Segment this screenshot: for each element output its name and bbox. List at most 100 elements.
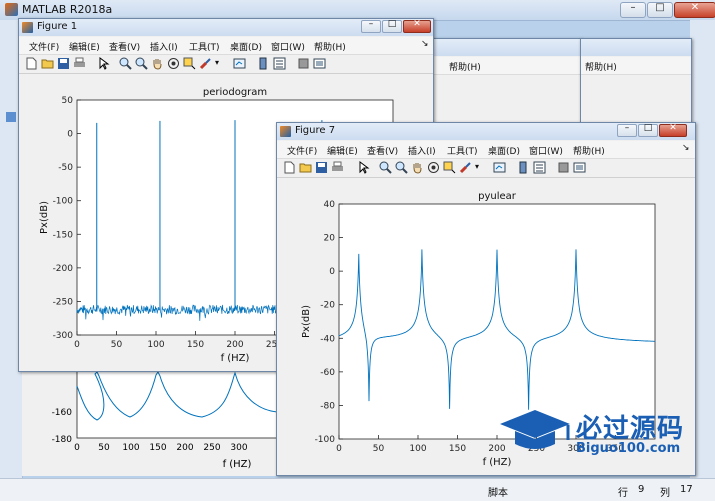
hide-plot-tools-icon[interactable] — [557, 161, 570, 174]
maximize-button[interactable]: □ — [382, 19, 402, 33]
menu-overflow-icon[interactable]: ↘ — [421, 39, 429, 49]
menu-view[interactable]: 查看(V) — [367, 144, 398, 157]
close-button[interactable]: ✕ — [674, 2, 715, 18]
data-cursor-icon[interactable] — [443, 161, 456, 174]
menu-file[interactable]: 文件(F) — [287, 144, 317, 157]
y-tick-label: -150 — [53, 230, 74, 240]
figure1-titlebar: Figure 1 – □ ✕ — [19, 19, 433, 36]
show-plot-tools-icon[interactable] — [313, 57, 326, 70]
watermark-text: 必过源码 — [576, 414, 685, 444]
print-icon[interactable] — [73, 57, 86, 70]
menu-view[interactable]: 查看(V) — [109, 40, 140, 53]
menu-help[interactable]: 帮助(H) — [314, 40, 346, 53]
behind-plot-svg: -160 -180 0 50 100 150 200 250 300 f (HZ… — [52, 370, 278, 470]
x-axis-label: f (HZ) — [221, 353, 250, 364]
menu-edit[interactable]: 编辑(E) — [327, 144, 358, 157]
save-icon[interactable] — [315, 161, 328, 174]
brush-dropdown-icon[interactable]: ▾ — [215, 58, 219, 67]
menu-insert[interactable]: 插入(I) — [408, 144, 436, 157]
y-tick-label: 0 — [67, 130, 73, 140]
status-row-label: 行 — [618, 488, 628, 499]
y-tick-label: 20 — [324, 234, 336, 244]
print-icon[interactable] — [331, 161, 344, 174]
save-icon[interactable] — [57, 57, 70, 70]
menu-help[interactable]: 帮助(H) — [585, 60, 617, 73]
matlab-window-controls: – □ ✕ — [620, 2, 715, 18]
maximize-button[interactable]: □ — [647, 2, 673, 18]
menu-window[interactable]: 窗口(W) — [529, 144, 563, 157]
x-tick-label: 100 — [409, 444, 426, 454]
minimize-button[interactable]: – — [361, 19, 381, 33]
fig-titlebar — [431, 39, 581, 56]
status-script-label: 脚本 — [488, 488, 508, 499]
close-button[interactable]: ✕ — [659, 123, 687, 137]
status-col-label: 列 — [660, 488, 670, 499]
y-tick-label: -40 — [320, 334, 335, 344]
rotate-3d-icon[interactable] — [427, 161, 440, 174]
minimize-button[interactable]: – — [617, 123, 637, 137]
close-button[interactable]: ✕ — [403, 19, 431, 33]
y-tick-label: 0 — [329, 267, 335, 277]
behind-x-axis-label: f (HZ) — [223, 459, 252, 470]
data-cursor-icon[interactable] — [183, 57, 196, 70]
menu-help[interactable]: 帮助(H) — [573, 144, 605, 157]
menu-tools[interactable]: 工具(T) — [189, 40, 220, 53]
brush-dropdown-icon[interactable]: ▾ — [475, 162, 479, 171]
pan-hand-icon[interactable] — [411, 161, 424, 174]
menu-desktop[interactable]: 桌面(D) — [488, 144, 520, 157]
show-plot-tools-icon[interactable] — [573, 161, 586, 174]
y-tick-label: -250 — [53, 297, 74, 307]
figure7-title: Figure 7 — [295, 125, 336, 136]
x-tick-label: 50 — [111, 340, 123, 350]
menu-desktop[interactable]: 桌面(D) — [230, 40, 262, 53]
zoom-in-icon[interactable] — [379, 161, 392, 174]
rotate-3d-icon[interactable] — [167, 57, 180, 70]
menu-help[interactable]: 帮助(H) — [449, 60, 481, 73]
brush-icon[interactable] — [199, 57, 212, 70]
panel-arrow-icon[interactable] — [6, 112, 16, 122]
link-plot-icon[interactable] — [233, 57, 246, 70]
select-arrow-icon[interactable] — [357, 161, 370, 174]
menu-file[interactable]: 文件(F) — [29, 40, 59, 53]
colorbar-icon[interactable] — [517, 161, 530, 174]
y-tick-label: 40 — [324, 200, 336, 210]
menu-insert[interactable]: 插入(I) — [150, 40, 178, 53]
y-tick-label: -50 — [58, 163, 73, 173]
watermark-url: Biguo100.com — [576, 441, 681, 456]
y-tick-label: -100 — [53, 197, 74, 207]
menu-edit[interactable]: 编辑(E) — [69, 40, 100, 53]
behind-x-tick-label: 50 — [98, 443, 110, 453]
new-figure-icon[interactable] — [25, 57, 38, 70]
figure-icon — [22, 22, 33, 33]
zoom-in-icon[interactable] — [119, 57, 132, 70]
figure7-titlebar: Figure 7 – □ ✕ — [277, 123, 695, 140]
pan-hand-icon[interactable] — [151, 57, 164, 70]
brush-icon[interactable] — [459, 161, 472, 174]
maximize-button[interactable]: □ — [638, 123, 658, 137]
behind-x-tick-label: 250 — [203, 443, 220, 453]
behind-y-tick-label: -160 — [52, 408, 73, 418]
new-figure-icon[interactable] — [283, 161, 296, 174]
open-file-icon[interactable] — [299, 161, 312, 174]
hide-plot-tools-icon[interactable] — [297, 57, 310, 70]
menu-window[interactable]: 窗口(W) — [271, 40, 305, 53]
watermark: 必过源码 Biguo100.com — [490, 402, 710, 467]
legend-icon[interactable] — [533, 161, 546, 174]
figure1-title: Figure 1 — [37, 21, 78, 32]
zoom-out-icon[interactable] — [135, 57, 148, 70]
menu-overflow-icon[interactable]: ↘ — [682, 143, 690, 153]
y-tick-label: -60 — [320, 368, 335, 378]
minimize-button[interactable]: – — [620, 2, 646, 18]
legend-icon[interactable] — [273, 57, 286, 70]
menu-tools[interactable]: 工具(T) — [447, 144, 478, 157]
link-plot-icon[interactable] — [493, 161, 506, 174]
open-file-icon[interactable] — [41, 57, 54, 70]
statusbar: 脚本 行 9 列 17 — [0, 478, 715, 501]
background-figure-plot: -160 -180 0 50 100 150 200 250 300 f (HZ… — [22, 370, 280, 476]
y-tick-label: -20 — [320, 301, 335, 311]
behind-y-tick-label: -180 — [52, 435, 73, 445]
background-figure-window-2[interactable]: 帮助(H) — [430, 38, 582, 130]
colorbar-icon[interactable] — [257, 57, 270, 70]
zoom-out-icon[interactable] — [395, 161, 408, 174]
select-arrow-icon[interactable] — [97, 57, 110, 70]
